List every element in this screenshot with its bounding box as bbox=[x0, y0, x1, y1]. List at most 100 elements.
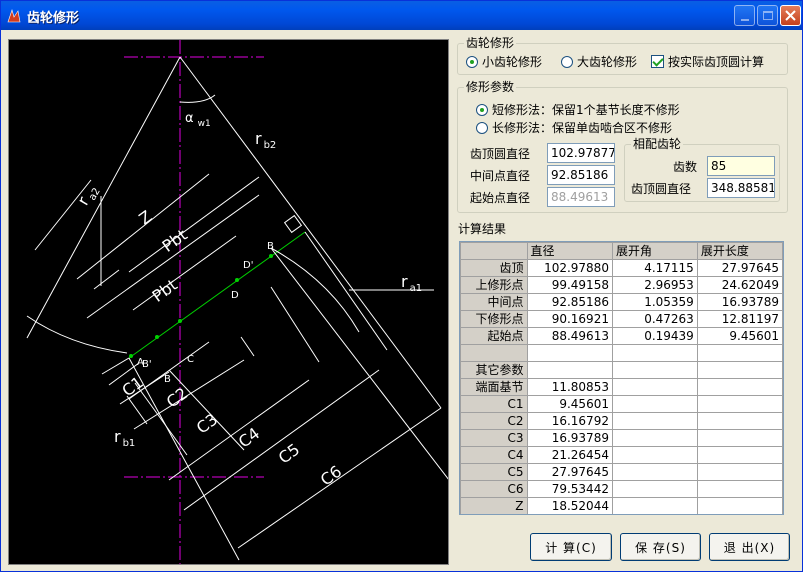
maximize-icon bbox=[762, 11, 773, 20]
params-group-title: 修形参数 bbox=[464, 80, 517, 94]
c3-label: C3 bbox=[193, 410, 221, 438]
exit-button[interactable]: 退 出(X) bbox=[709, 533, 790, 561]
title-bar[interactable]: 齿轮修形 bbox=[1, 1, 802, 30]
ra1-label: r a1 bbox=[401, 272, 422, 294]
point-d-prime-label: D' bbox=[243, 260, 253, 271]
start-dia-label: 起始点直径 bbox=[470, 191, 531, 205]
rb1-label: r b1 bbox=[114, 427, 135, 449]
table-cell: 0.47263 bbox=[611, 310, 698, 328]
teeth-field[interactable]: 85 bbox=[707, 156, 775, 176]
right-angle-mark bbox=[283, 214, 303, 234]
results-table[interactable]: 直径 展开角 展开长度 齿顶 102.97880 4.17115 27.97645 上修… bbox=[459, 241, 784, 515]
table-cell: 16.93789 bbox=[696, 293, 783, 311]
large-gear-radio-label: 大齿轮修形 bbox=[577, 55, 638, 69]
short-method-radio[interactable]: 短修形法：保留1个基节长度不修形 bbox=[476, 101, 680, 118]
long-method-label: 长修形法：保留单齿啮合区不修形 bbox=[492, 121, 673, 135]
table-cell: 90.16921 bbox=[526, 310, 613, 328]
c6-label: C6 bbox=[317, 462, 345, 490]
dimension-lines bbox=[34, 173, 448, 561]
close-button[interactable] bbox=[780, 5, 801, 26]
table-row: C1 9.45601 bbox=[460, 395, 783, 413]
minimize-icon bbox=[740, 18, 749, 21]
alpha-arc bbox=[179, 94, 216, 103]
table-cell: 9.45601 bbox=[526, 395, 613, 413]
table-cell: 99.49158 bbox=[526, 276, 613, 294]
mating-tip-dia-field[interactable]: 348.88581 bbox=[707, 178, 775, 198]
table-cell: 88.49613 bbox=[526, 327, 613, 345]
line-of-action-ext bbox=[101, 357, 130, 375]
gear-diagram-canvas[interactable]: α w1 r b2 ra2 r a1 r b1 Z Pbt Pbt B' B C D D… bbox=[8, 39, 449, 565]
table-cell bbox=[696, 497, 783, 514]
table-cell: 0.19439 bbox=[611, 327, 698, 345]
table-cell bbox=[611, 497, 698, 514]
table-cell: 16.93789 bbox=[526, 429, 613, 447]
tip-dia-field[interactable]: 102.97877 bbox=[547, 143, 615, 163]
row-header-cell: C3 bbox=[460, 429, 528, 447]
short-method-label: 短修形法：保留1个基节长度不修形 bbox=[492, 103, 680, 117]
point-b2-label: B bbox=[267, 241, 274, 252]
table-row: 中间点 92.85186 1.05359 16.93789 bbox=[460, 293, 783, 311]
by-tip-checkbox-label: 按实际齿顶圆计算 bbox=[668, 55, 765, 69]
table-cell: 2.96953 bbox=[611, 276, 698, 294]
pbt2-label: Pbt bbox=[149, 275, 181, 306]
table-cell: 27.97645 bbox=[696, 259, 783, 277]
row-header-cell: 其它参数 bbox=[460, 361, 528, 379]
header-cell bbox=[460, 242, 528, 260]
table-row: C5 27.97645 bbox=[460, 463, 783, 481]
gear-mod-group-title: 齿轮修形 bbox=[464, 36, 517, 50]
calculate-button[interactable]: 计 算(C) bbox=[530, 533, 612, 561]
row-header-cell: C5 bbox=[460, 463, 528, 481]
point-d-label: D bbox=[231, 290, 239, 301]
table-cell bbox=[611, 463, 698, 481]
main-window: 齿轮修形 α w1 r b2 ra2 r a1 r b1 Z Pbt Pbt B… bbox=[0, 0, 803, 572]
table-cell bbox=[611, 480, 698, 498]
tip-dia-label: 齿顶圆直径 bbox=[470, 147, 531, 161]
table-cell: 9.45601 bbox=[696, 327, 783, 345]
table-cell bbox=[696, 429, 783, 447]
table-cell bbox=[696, 412, 783, 430]
row-header-cell: C1 bbox=[460, 395, 528, 413]
row-header-cell: C6 bbox=[460, 480, 528, 498]
table-cell bbox=[611, 344, 698, 362]
maximize-button[interactable] bbox=[757, 5, 778, 26]
minimize-button[interactable] bbox=[734, 5, 755, 26]
table-cell: 92.85186 bbox=[526, 293, 613, 311]
by-tip-checkbox[interactable]: 按实际齿顶圆计算 bbox=[651, 53, 764, 70]
mating-gear-group: 相配齿轮 齿数 85 齿顶圆直径 348.88581 bbox=[624, 137, 780, 202]
table-cell: 79.53442 bbox=[526, 480, 613, 498]
row-header-cell: 端面基节 bbox=[460, 378, 528, 396]
table-cell bbox=[696, 378, 783, 396]
point-a-label: A bbox=[137, 357, 144, 368]
params-group: 修形参数 短修形法：保留1个基节长度不修形 长修形法：保留单齿啮合区不修形 齿顶… bbox=[457, 80, 788, 213]
header-roll-angle: 展开角 bbox=[611, 242, 698, 260]
table-cell: 16.16792 bbox=[526, 412, 613, 430]
table-row: 齿顶 102.97880 4.17115 27.97645 bbox=[460, 259, 783, 277]
small-gear-radio[interactable]: 小齿轮修形 bbox=[466, 53, 542, 70]
row-header-cell: C4 bbox=[460, 446, 528, 464]
table-cell: 1.05359 bbox=[611, 293, 698, 311]
long-method-radio[interactable]: 长修形法：保留单齿啮合区不修形 bbox=[476, 119, 672, 136]
table-cell bbox=[611, 378, 698, 396]
table-cell bbox=[696, 395, 783, 413]
table-cell bbox=[611, 395, 698, 413]
table-row: C4 21.26454 bbox=[460, 446, 783, 464]
row-header-cell: 中间点 bbox=[460, 293, 528, 311]
mid-dia-field[interactable]: 92.85186 bbox=[547, 165, 615, 185]
row-header-cell: 齿顶 bbox=[460, 259, 528, 277]
table-row: C3 16.93789 bbox=[460, 429, 783, 447]
table-cell: 102.97880 bbox=[526, 259, 613, 277]
row-header-cell: 下修形点 bbox=[460, 310, 528, 328]
table-cell bbox=[611, 429, 698, 447]
long-method-radio-dot bbox=[476, 121, 488, 134]
table-row: 其它参数 bbox=[460, 361, 783, 379]
table-cell bbox=[696, 361, 783, 379]
large-gear-radio[interactable]: 大齿轮修形 bbox=[561, 53, 637, 70]
gear-app-icon bbox=[7, 8, 21, 23]
large-gear-radio-dot bbox=[561, 55, 573, 68]
table-row: 上修形点 99.49158 2.96953 24.62049 bbox=[460, 276, 783, 294]
diagram-labels: α w1 r b2 ra2 r a1 r b1 Z Pbt Pbt B' B C D D… bbox=[73, 111, 422, 490]
row-header-cell bbox=[460, 344, 528, 362]
mating-tip-dia-label: 齿顶圆直径 bbox=[631, 182, 692, 196]
save-button[interactable]: 保 存(S) bbox=[620, 533, 701, 561]
row-header-cell: Z bbox=[460, 497, 528, 514]
